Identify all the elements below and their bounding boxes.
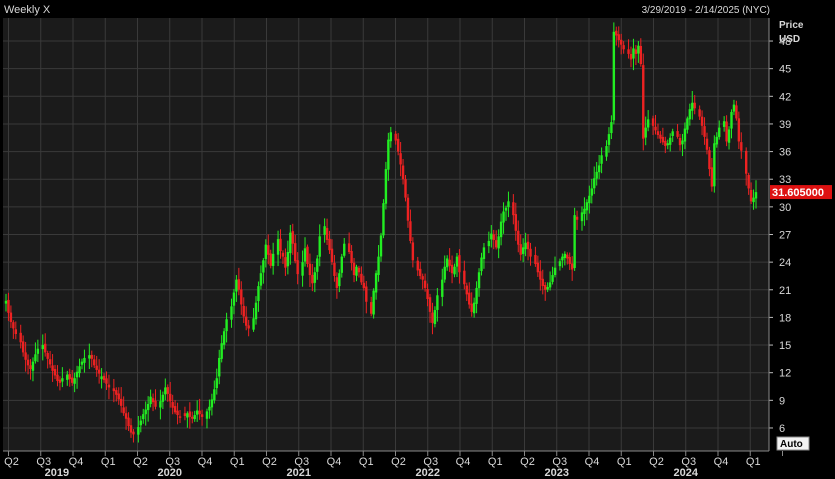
candle [642, 53, 645, 151]
y-tick-label: 6 [779, 423, 785, 435]
x-quarter-label: Q1 [746, 456, 761, 468]
date-range: 3/29/2019 - 2/14/2025 (NYC) [642, 5, 770, 16]
y-tick-label: 30 [779, 202, 791, 214]
x-quarter-label: Q4 [456, 456, 471, 468]
x-quarter-label: Q1 [359, 456, 374, 468]
x-quarter-label: Q4 [585, 456, 600, 468]
y-tick-label: 33 [779, 174, 791, 186]
x-quarter-label: Q4 [714, 456, 729, 468]
x-quarter-label: Q4 [327, 456, 342, 468]
x-quarter-label: Q4 [69, 456, 84, 468]
chart-canvas: 6912151821242730333639424548 Q2 Q3 Q4 Q1 Q2 Q… [0, 0, 835, 479]
y-tick-label: 21 [779, 285, 791, 297]
y-tick-label: 36 [779, 147, 791, 159]
last-price-value: 31.605000 [772, 187, 824, 199]
x-quarter-label: Q2 [4, 456, 19, 468]
candle [612, 22, 616, 125]
x-quarter-label: Q1 [488, 456, 503, 468]
y-tick-label: 42 [779, 91, 791, 103]
y-tick-label: 45 [779, 64, 791, 76]
y-tick-label: 24 [779, 257, 791, 269]
y-tick-label: 27 [779, 230, 791, 242]
candle [372, 288, 375, 319]
y-tick-label: 9 [779, 395, 785, 407]
x-quarter-label: Q2 [520, 456, 535, 468]
x-year-label: 2020 [158, 467, 182, 479]
x-year-label: 2023 [545, 467, 569, 479]
x-quarter-label: Q1 [617, 456, 632, 468]
y-tick-label: 18 [779, 312, 791, 324]
x-quarter-label: Q2 [391, 456, 406, 468]
price-label: Price [779, 20, 804, 31]
y-tick-label: 15 [779, 340, 791, 352]
x-quarter-label: Q2 [262, 456, 277, 468]
y-tick-label: 12 [779, 368, 791, 380]
x-quarter-label: Q4 [198, 456, 213, 468]
y-tick-label: 39 [779, 119, 791, 131]
auto-scale-button[interactable]: Auto [776, 436, 810, 451]
x-year-label: 2024 [674, 467, 699, 479]
x-quarter-label: Q2 [133, 456, 148, 468]
chart-title: Weekly X [4, 4, 51, 16]
chart: 6 9 12 15 18 21 24 27 30 33 36 39 42 45 48 Q2 Q3 Q4 Q1 Q2 Q… [0, 0, 835, 479]
x-year-label: 2022 [416, 467, 440, 479]
auto-scale-label: Auto [780, 439, 803, 450]
x-quarter-label: Q1 [230, 456, 245, 468]
x-quarter-label: Q1 [101, 456, 116, 468]
x-year-label: 2019 [45, 467, 69, 479]
candle [713, 135, 716, 193]
candle [306, 244, 309, 268]
currency-label: USD [779, 34, 800, 45]
candle [382, 199, 385, 239]
last-price-badge: 31.605000 [770, 185, 832, 200]
candle [573, 207, 576, 271]
x-quarter-label: Q2 [649, 456, 664, 468]
x-year-label: 2021 [287, 467, 311, 479]
